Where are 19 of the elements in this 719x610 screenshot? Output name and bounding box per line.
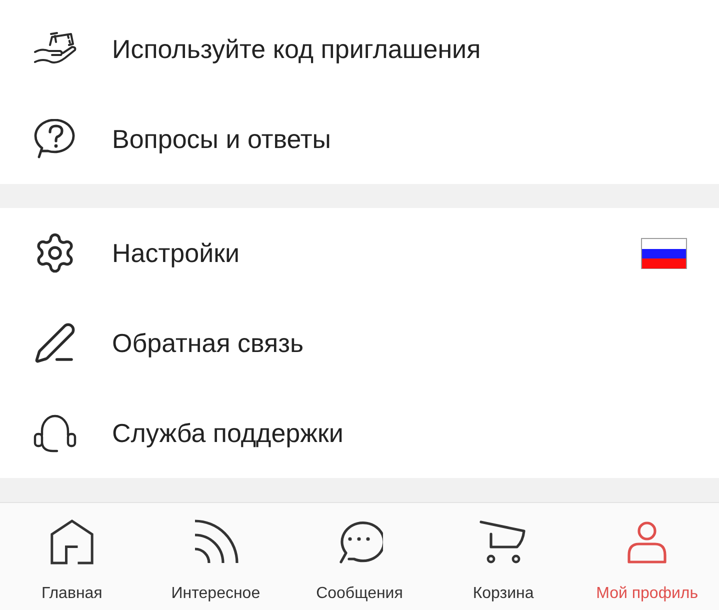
menu-item[interactable]: Настройки xyxy=(0,208,719,298)
tab[interactable]: Мой профиль xyxy=(575,503,719,610)
tab[interactable]: Корзина xyxy=(431,503,576,610)
headset-icon xyxy=(33,413,77,453)
home-icon xyxy=(50,519,94,565)
ticket-hand-icon xyxy=(33,32,77,66)
question-bubble-icon xyxy=(33,119,77,159)
menu-item[interactable]: Служба поддержки xyxy=(0,388,719,478)
tab[interactable]: Интересное xyxy=(144,503,288,610)
cart-icon xyxy=(479,519,528,565)
flag-icon xyxy=(641,238,687,268)
user-icon xyxy=(625,519,670,565)
pencil-icon xyxy=(33,321,77,365)
tab[interactable]: Главная xyxy=(0,503,144,610)
menu-item[interactable]: Вопросы и ответы xyxy=(0,94,719,184)
tab[interactable]: Сообщения xyxy=(288,503,432,610)
menu-item[interactable]: Обратная связь xyxy=(0,298,719,388)
signal-arcs-icon xyxy=(192,519,239,565)
menu-item[interactable]: Используйте код приглашения xyxy=(0,4,719,94)
